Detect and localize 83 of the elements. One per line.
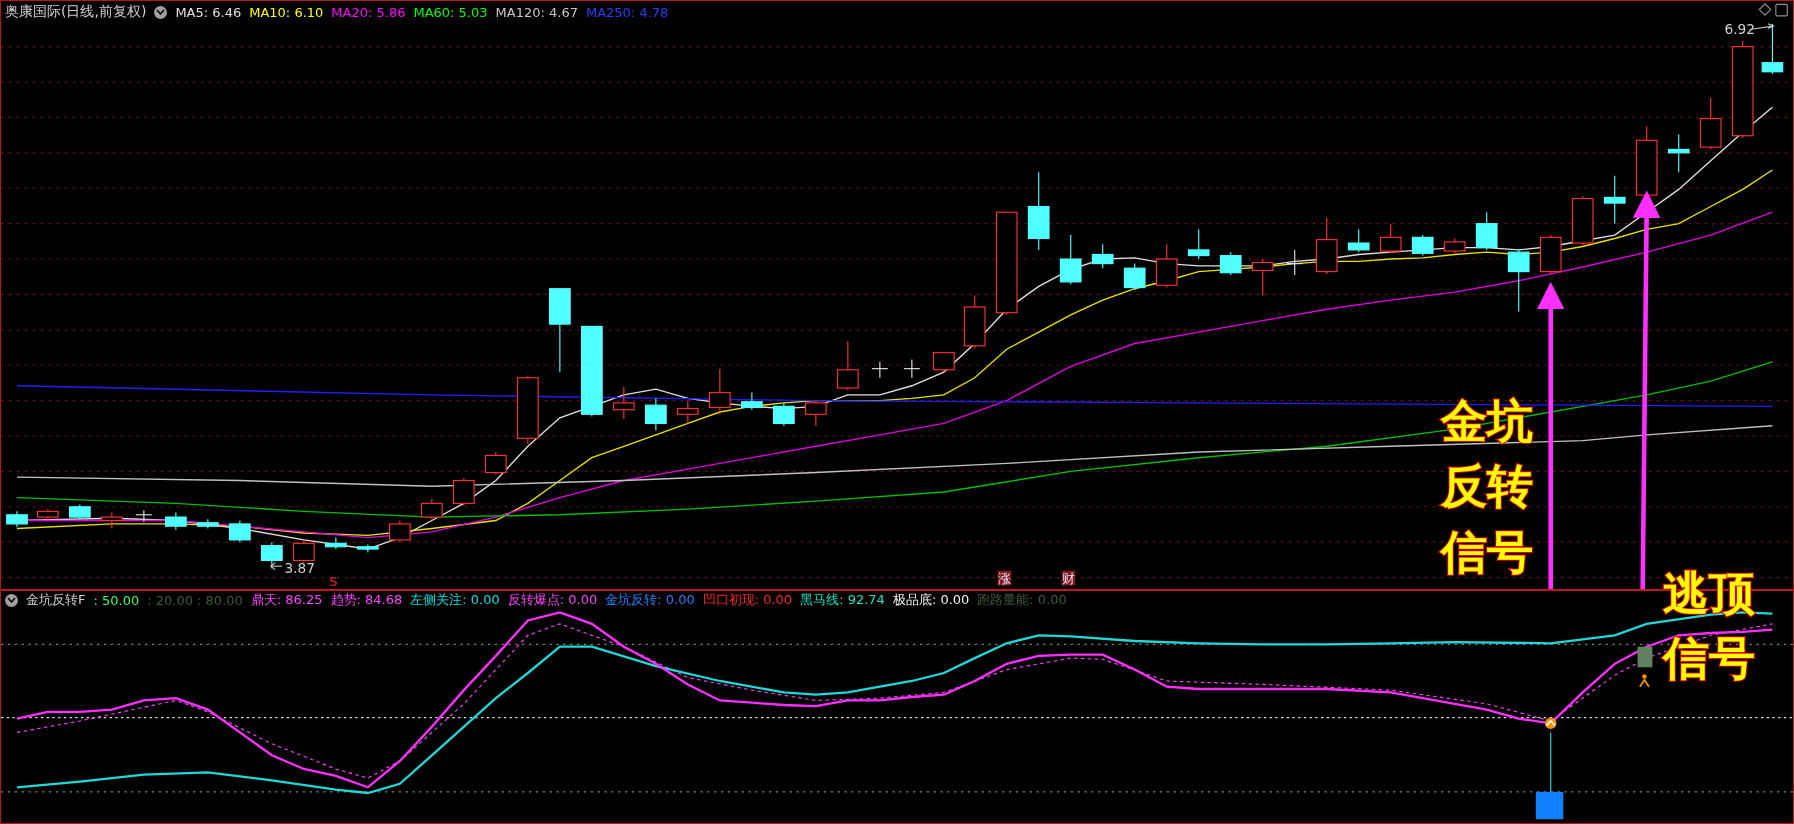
candlestick: [1059, 234, 1082, 285]
candlestick: [1123, 263, 1146, 291]
indicator-name: 金坑反转F: [26, 591, 86, 609]
candlestick: [1411, 234, 1434, 257]
price-label: 6.92: [1724, 21, 1755, 38]
candlestick: [293, 540, 315, 564]
candlestick: [1091, 243, 1114, 269]
candlestick: [6, 510, 28, 528]
candlestick: [1475, 211, 1498, 251]
indicator-value: 鼎天: 86.25: [250, 591, 323, 609]
indicator-value: : 20.00 : 80.00: [147, 592, 243, 608]
diamond-icon[interactable]: [1758, 3, 1772, 16]
candlestick: [773, 402, 795, 427]
candlestick: [1667, 134, 1690, 173]
indicator-value: 凹口初现: 0.00: [702, 591, 793, 609]
indicator-value: : 50.00: [93, 592, 140, 608]
signal-block: [1637, 646, 1653, 668]
moving-average-value: MA250: 4.78: [585, 4, 669, 20]
candlestick: [325, 537, 347, 550]
candlestick: [933, 352, 955, 373]
candlestick: [1571, 195, 1594, 246]
indicator-value: 金坑反转: 0.00: [605, 591, 695, 609]
price-label: 3.87: [284, 560, 315, 576]
candlestick: [37, 508, 59, 522]
candlestick: [389, 519, 411, 543]
pointer-arrow-icon: [269, 562, 283, 571]
event-badge: 涨: [997, 570, 1012, 587]
dropdown-icon[interactable]: [154, 5, 168, 19]
candlestick: [1315, 217, 1338, 275]
candlestick: [645, 397, 667, 431]
candlestick: [69, 503, 91, 520]
figure-icon: [1639, 674, 1650, 688]
indicator-value: 趋势: 84.68: [330, 591, 403, 609]
candlestick: [709, 368, 731, 415]
candlestick: [357, 543, 379, 554]
moving-average-value: MA120: 4.67: [495, 4, 578, 20]
candlestick: [1251, 258, 1274, 297]
candlestick: [677, 400, 699, 424]
candlestick: [1286, 249, 1304, 276]
candlestick: [229, 519, 251, 543]
candlestick: [485, 451, 507, 476]
candlestick: [135, 509, 153, 523]
candlestick: [1761, 23, 1784, 75]
indicator-value: 左侧关注: 0.00: [410, 591, 500, 609]
candlestick: [1155, 243, 1178, 289]
candlestick: [1699, 97, 1722, 150]
signal-marker: S: [329, 573, 338, 589]
candlestick: [1539, 234, 1562, 275]
candlestick: [421, 498, 443, 520]
indicator-value: 极品底: 0.00: [892, 591, 970, 609]
indicator-value: 反转爆点: 0.00: [507, 591, 598, 609]
candlestick: [1443, 237, 1466, 254]
indicator-value: 跑路量能: 0.00: [977, 591, 1067, 609]
candlestick: [1347, 228, 1370, 253]
moving-average-value: MA20: 5.86: [331, 4, 406, 20]
candlestick: [197, 518, 219, 530]
event-badge: 财: [1061, 570, 1076, 587]
candlestick: [805, 400, 827, 427]
dropdown-icon[interactable]: [5, 593, 18, 607]
candlestick: [613, 386, 635, 420]
candlestick: [837, 340, 859, 391]
candlestick: [1507, 249, 1530, 313]
candlestick: [1635, 126, 1658, 198]
moving-average-value: MA10: 6.10: [249, 4, 324, 20]
candlestick: [871, 361, 889, 379]
window-icon[interactable]: [1775, 3, 1788, 17]
chart-title: 奥康国际(日线,前复权): [5, 3, 147, 21]
signal-bar: [1535, 791, 1564, 820]
candlestick: [101, 511, 123, 530]
candlestick: [453, 477, 475, 507]
candlestick: [1379, 223, 1402, 254]
candlestick: [963, 295, 986, 349]
candlestick: [1219, 251, 1242, 276]
candlestick: [1187, 228, 1210, 260]
indicator-value: 黑马线: 92.74: [800, 591, 885, 609]
candlestick: [1603, 175, 1626, 225]
candlestick: [165, 511, 187, 531]
moving-average-value: MA60: 5.03: [413, 4, 488, 20]
moving-average-value: MA5: 6.46: [175, 4, 242, 20]
candlestick: [903, 358, 921, 379]
candlestick: [741, 392, 763, 411]
candlestick: [517, 374, 539, 445]
signal-marker-icon: [1545, 717, 1557, 729]
